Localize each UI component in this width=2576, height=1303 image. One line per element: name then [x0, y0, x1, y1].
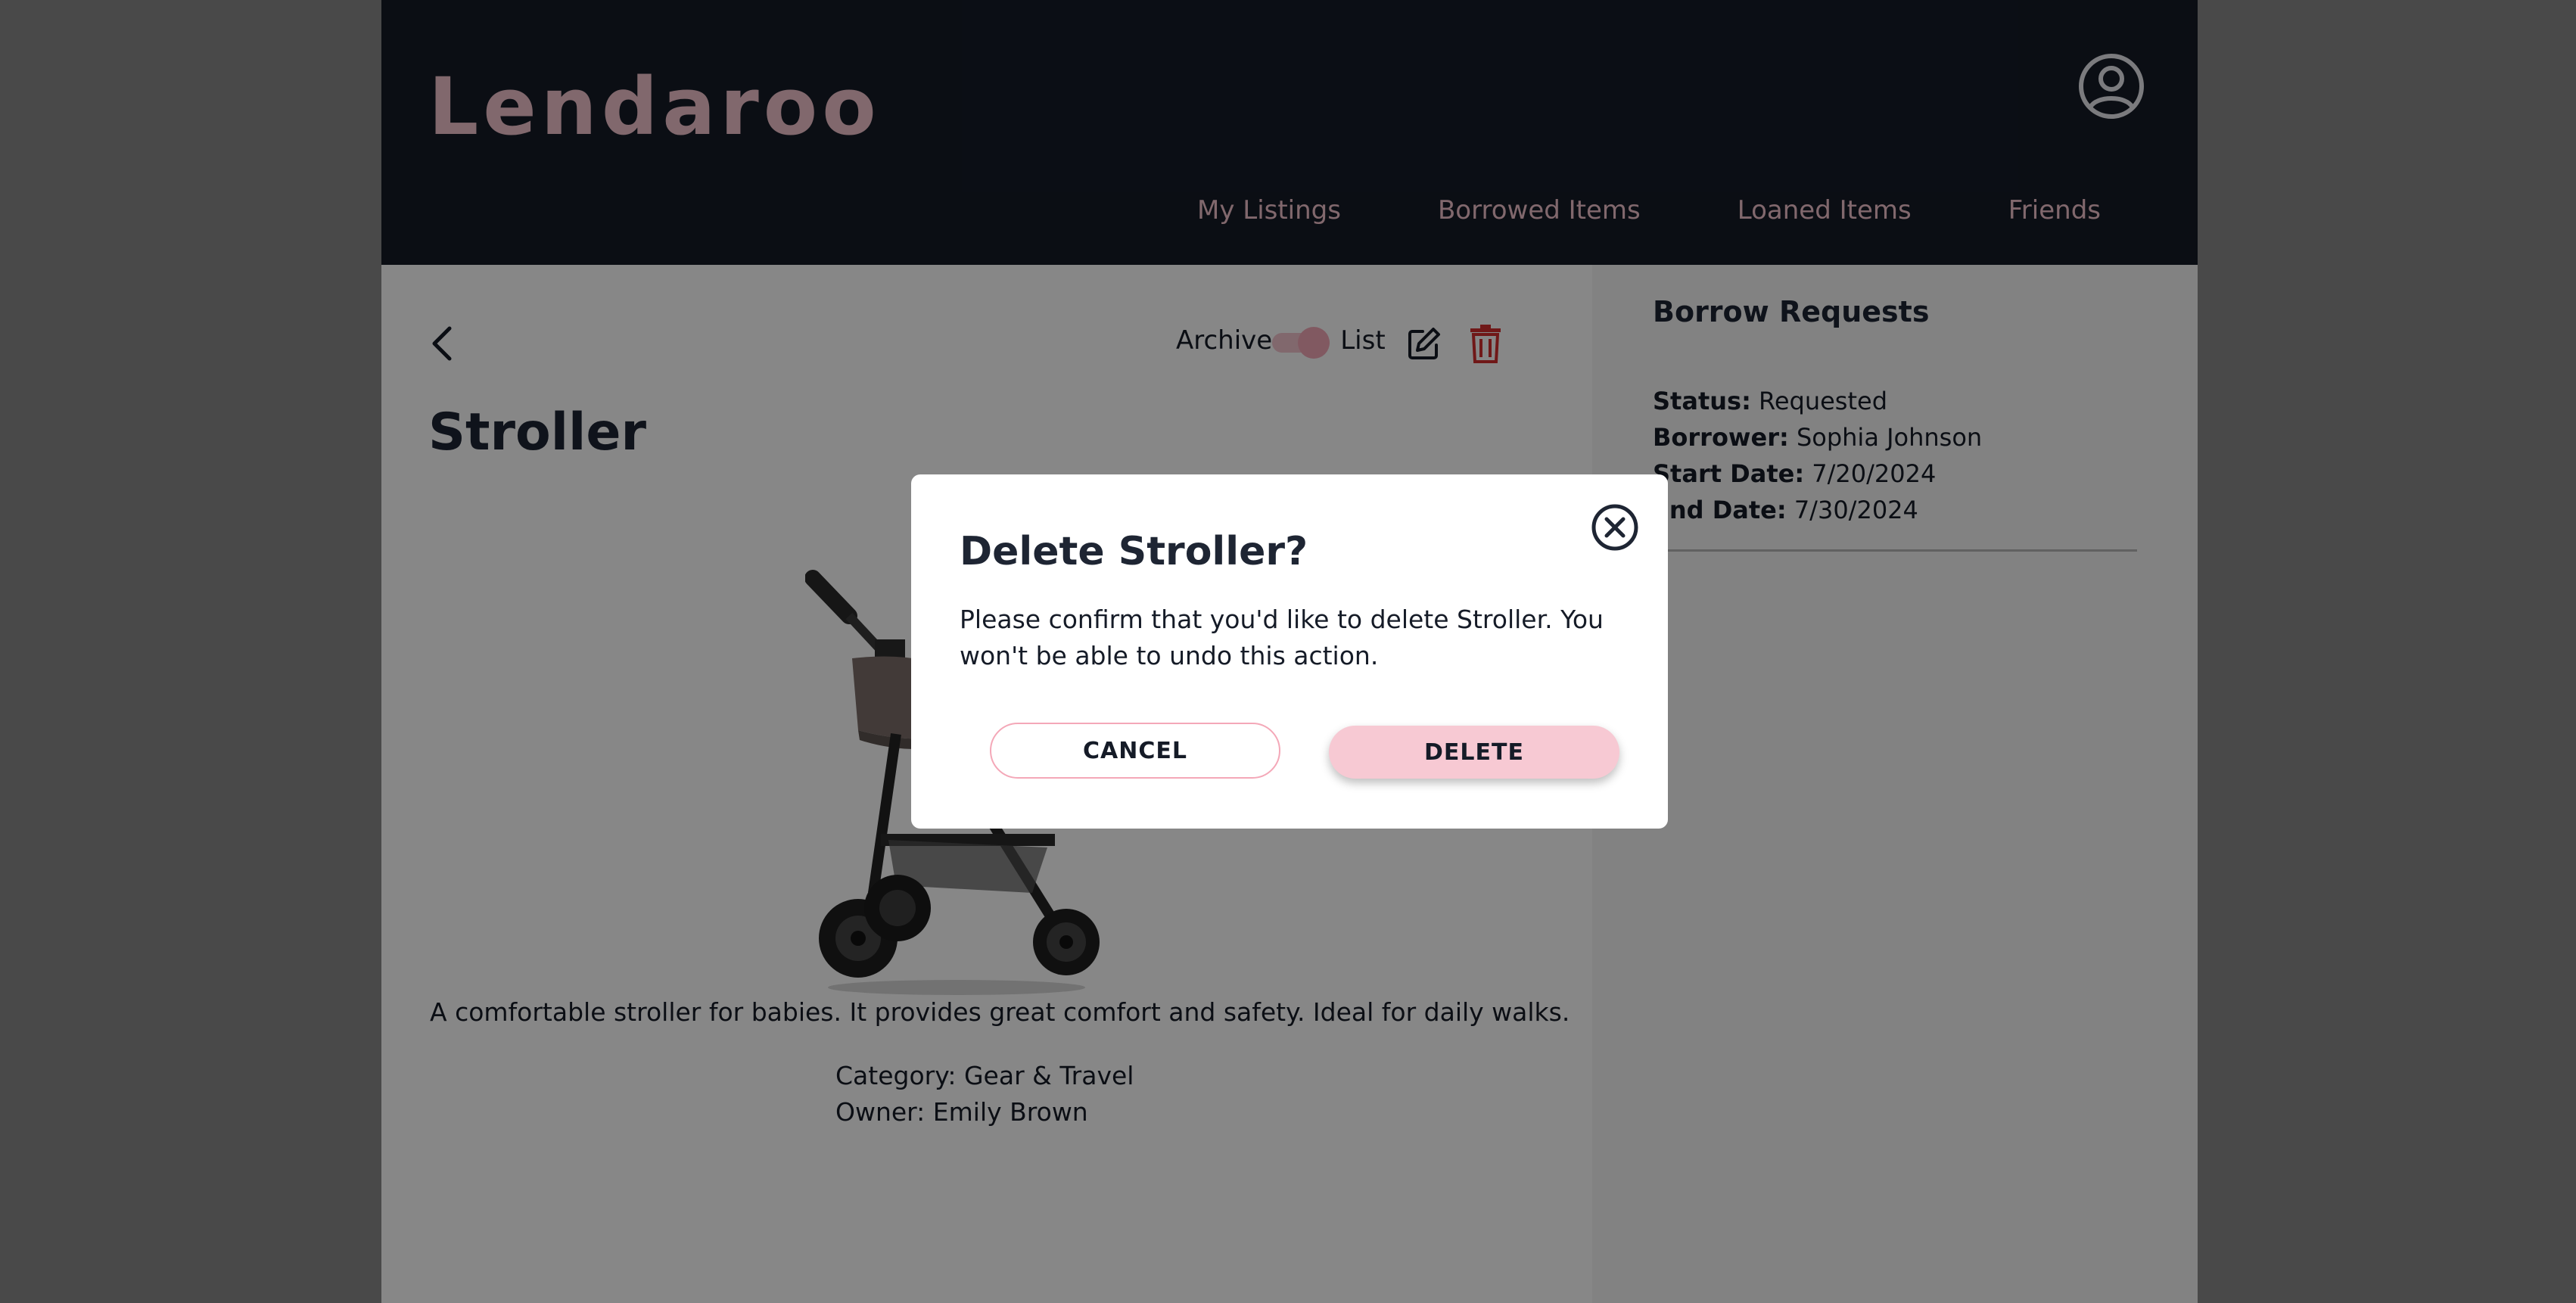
delete-button[interactable]: DELETE: [1329, 726, 1619, 779]
cancel-button[interactable]: CANCEL: [990, 723, 1280, 779]
close-circle-icon[interactable]: [1591, 503, 1639, 552]
dialog-message: Please confirm that you'd like to delete…: [960, 605, 1604, 670]
delete-confirm-dialog: Delete Stroller? Please confirm that you…: [911, 474, 1668, 829]
dialog-title: Delete Stroller?: [960, 529, 1308, 574]
